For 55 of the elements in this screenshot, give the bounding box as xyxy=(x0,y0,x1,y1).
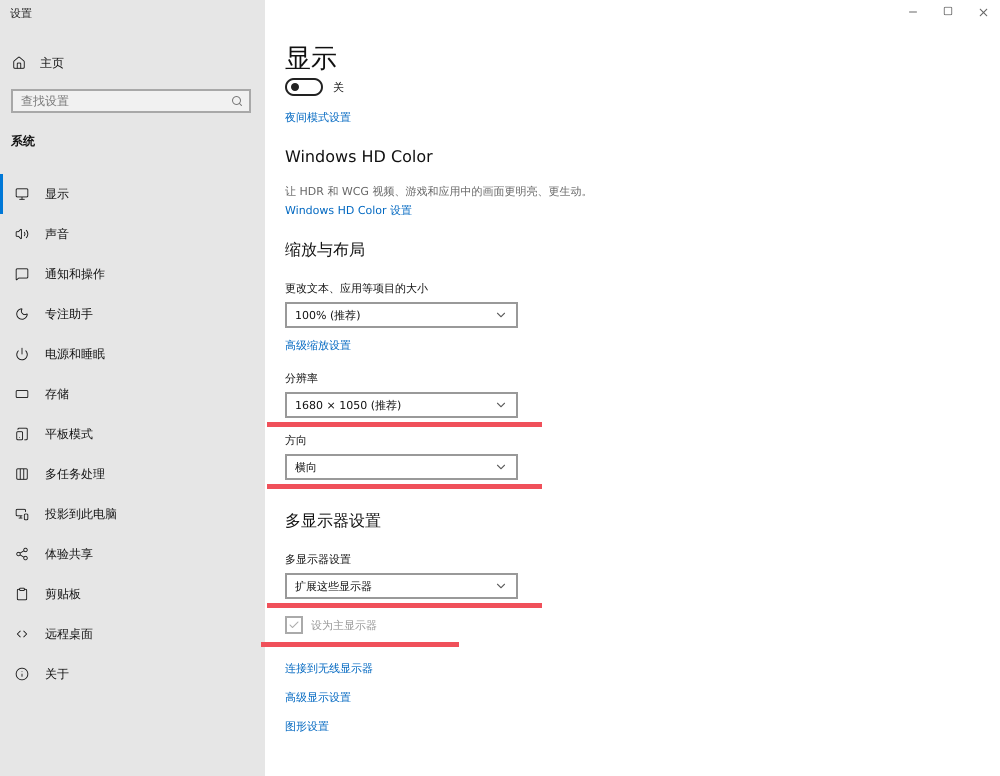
sidebar-item[interactable]: 剪贴板 xyxy=(0,574,265,614)
section-heading: 多显示器设置 xyxy=(285,511,381,532)
sidebar-item[interactable]: 多任务处理 xyxy=(0,454,265,494)
sidebar-section-title: 系统 xyxy=(11,133,35,150)
tablet-icon xyxy=(15,427,29,441)
dropdown-field[interactable]: 1680 × 1050 (推荐) xyxy=(285,392,518,418)
sidebar-item[interactable]: 声音 xyxy=(0,214,265,254)
check-icon xyxy=(288,619,300,631)
sidebar-item[interactable]: 专注助手 xyxy=(0,294,265,334)
close-icon xyxy=(977,6,990,19)
clipboard-icon xyxy=(15,587,29,601)
field-label: 分辨率 xyxy=(285,371,318,386)
power-icon xyxy=(15,347,29,361)
settings-link[interactable]: Windows HD Color 设置 xyxy=(285,203,412,218)
checkbox-label: 设为主显示器 xyxy=(311,618,377,632)
info-icon xyxy=(15,667,29,681)
dropdown-field[interactable]: 100% (推荐) xyxy=(285,302,518,328)
moon-icon xyxy=(15,307,29,321)
page-title: 显示 xyxy=(285,43,337,76)
sidebar-item[interactable]: 存储 xyxy=(0,374,265,414)
settings-link[interactable]: 连接到无线显示器 xyxy=(285,661,373,676)
settings-link[interactable]: 高级缩放设置 xyxy=(285,338,351,353)
sidebar-item[interactable]: 平板模式 xyxy=(0,414,265,454)
field-label: 多显示器设置 xyxy=(285,552,351,567)
search-icon xyxy=(231,95,243,107)
toggle-switch[interactable] xyxy=(285,78,323,96)
settings-link[interactable]: 高级显示设置 xyxy=(285,690,351,705)
field-label: 方向 xyxy=(285,433,307,448)
settings-link[interactable]: 图形设置 xyxy=(285,719,329,734)
sidebar-item[interactable]: 远程桌面 xyxy=(0,614,265,654)
sidebar-item[interactable]: 关于 xyxy=(0,654,265,694)
field-label: 更改文本、应用等项目的大小 xyxy=(285,281,428,296)
dropdown-field[interactable]: 扩展这些显示器 xyxy=(285,573,518,599)
sidebar-item[interactable]: 体验共享 xyxy=(0,534,265,574)
maximize-icon xyxy=(943,6,953,16)
sidebar-item[interactable]: 投影到此电脑 xyxy=(0,494,265,534)
home-icon xyxy=(12,56,26,70)
home-nav-item[interactable]: 主页 xyxy=(0,51,76,75)
rectangle-icon xyxy=(15,387,29,401)
screens-icon xyxy=(15,507,29,521)
sidebar-item[interactable]: 电源和睡眠 xyxy=(0,334,265,374)
dropdown-field[interactable]: 横向 xyxy=(285,454,518,480)
columns-icon xyxy=(15,467,29,481)
monitor-icon xyxy=(15,187,29,201)
description-text: 让 HDR 和 WCG 视频、游戏和应用中的画面更明亮、更生动。 xyxy=(285,184,592,199)
share-icon xyxy=(15,547,29,561)
settings-link[interactable]: 夜间模式设置 xyxy=(285,110,351,125)
section-heading: Windows HD Color xyxy=(285,147,433,166)
section-heading: 缩放与布局 xyxy=(285,240,365,261)
toggle-state-label: 关 xyxy=(333,80,344,94)
search-field[interactable]: 查找设置 xyxy=(11,89,251,113)
speaker-icon xyxy=(15,227,29,241)
window-title: 设置 xyxy=(10,6,32,21)
sidebar-item[interactable]: 通知和操作 xyxy=(0,254,265,294)
speech-bubble-icon xyxy=(15,267,29,281)
